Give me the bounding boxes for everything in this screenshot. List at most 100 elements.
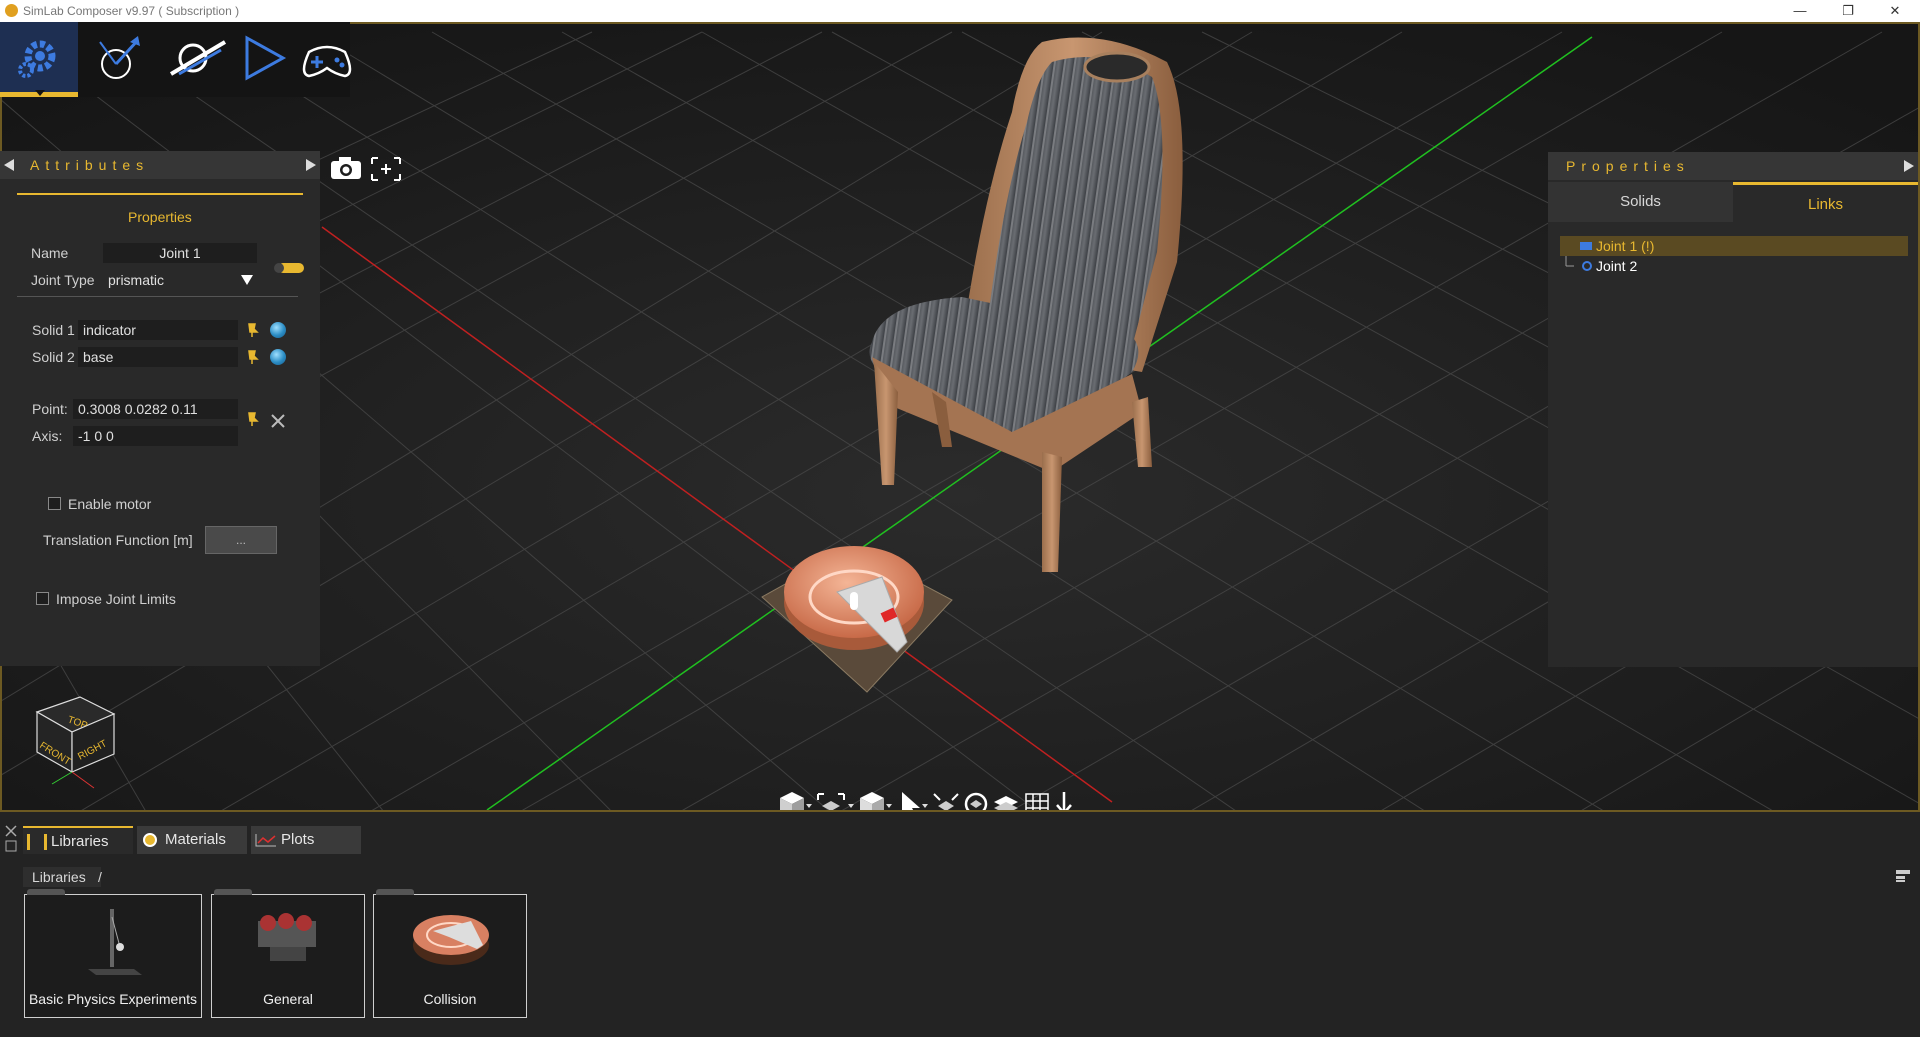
library-collision[interactable]: Collision xyxy=(373,889,527,1018)
properties-header: Properties xyxy=(1548,152,1918,180)
joint-enable-toggle[interactable] xyxy=(274,263,304,273)
joint-type-value: prismatic xyxy=(108,272,165,288)
library-panel: Libraries Materials Plots Libraries / Ba… xyxy=(0,812,1920,1037)
breadcrumb-libraries[interactable]: Libraries xyxy=(23,867,101,887)
dropdown-arrow-icon xyxy=(241,275,253,285)
pick-solid1-icon[interactable] xyxy=(246,322,260,338)
breadcrumb-separator: / xyxy=(98,869,102,885)
axis-label: Axis: xyxy=(32,428,63,444)
layers-icon[interactable] xyxy=(994,796,1018,812)
frame-selection-icon[interactable] xyxy=(371,157,401,181)
divider-line xyxy=(17,296,298,297)
solid2-label: Solid 2 xyxy=(32,349,75,365)
restore-button[interactable]: ❐ xyxy=(1828,1,1868,21)
section-divider xyxy=(17,193,303,195)
locate-solid1-icon[interactable] xyxy=(270,322,286,338)
library-caption: Basic Physics Experiments xyxy=(28,991,198,1007)
panel-pin-icon[interactable] xyxy=(4,824,18,854)
pick-solid2-icon[interactable] xyxy=(246,349,260,365)
attributes-header: Attributes xyxy=(0,151,320,179)
axis-field[interactable]: -1 0 0 xyxy=(73,426,238,446)
point-field[interactable]: 0.3008 0.0282 0.11 xyxy=(73,399,238,419)
solid1-label: Solid 1 xyxy=(32,322,75,338)
tab-plots[interactable]: Plots xyxy=(251,826,361,854)
view-toolbar xyxy=(772,786,1152,812)
app-logo-icon xyxy=(5,4,18,17)
joint-type-label: Joint Type xyxy=(31,272,95,288)
box-view-icon[interactable] xyxy=(860,792,884,812)
tree-item-joint2[interactable]: Joint 2 xyxy=(1560,256,1908,276)
point-label: Point: xyxy=(32,401,68,417)
library-caption: Collision xyxy=(423,991,477,1007)
tree-item-label: Joint 1 (!) xyxy=(1596,238,1655,254)
locate-solid2-icon[interactable] xyxy=(270,349,286,365)
prismatic-joint-icon xyxy=(1580,242,1592,250)
enable-motor-label: Enable motor xyxy=(68,496,152,512)
tab-links[interactable]: Links xyxy=(1733,182,1918,222)
grid-toggle-icon[interactable] xyxy=(1025,793,1049,812)
play-icon xyxy=(245,35,287,81)
attributes-panel: Attributes Properties Name Joint 1 Joint… xyxy=(0,151,320,666)
main-toolbar xyxy=(0,22,352,97)
camera-controls xyxy=(331,157,401,181)
tab-materials[interactable]: Materials xyxy=(137,826,247,854)
attributes-title: Attributes xyxy=(30,157,150,173)
library-caption: General xyxy=(263,991,313,1007)
reset-axis-icon[interactable] xyxy=(270,413,286,429)
app-window: SimLab Composer v9.97 ( Subscription ) —… xyxy=(0,0,1920,1037)
physics-experiment-icon xyxy=(88,909,142,975)
fit-view-icon[interactable] xyxy=(933,793,959,812)
joint-type-select[interactable]: prismatic xyxy=(103,270,257,290)
shading-mode-icon[interactable] xyxy=(780,792,804,812)
settings-icon xyxy=(18,40,56,78)
tab-label: Libraries xyxy=(51,833,109,850)
solid1-field[interactable]: indicator xyxy=(78,320,238,340)
joint-icon xyxy=(99,36,140,79)
library-basic-physics[interactable]: Basic Physics Experiments xyxy=(24,889,202,1018)
engine-icon xyxy=(258,913,316,961)
zoom-icon[interactable] xyxy=(964,792,988,812)
frame-all-icon[interactable] xyxy=(817,793,845,812)
enable-motor-checkbox[interactable] xyxy=(48,497,61,510)
materials-icon xyxy=(143,833,157,847)
impose-limits-checkbox[interactable] xyxy=(36,592,49,605)
pick-point-icon[interactable] xyxy=(246,411,260,427)
link-tool[interactable] xyxy=(155,22,233,97)
minimize-button[interactable]: — xyxy=(1780,1,1820,21)
tab-libraries[interactable]: Libraries xyxy=(23,826,133,854)
properties-title: Properties xyxy=(1566,158,1690,174)
collision-icon xyxy=(413,915,489,965)
window-title: SimLab Composer v9.97 ( Subscription ) xyxy=(23,4,240,18)
tree-item-label: Joint 2 xyxy=(1596,258,1638,274)
vr-tool[interactable] xyxy=(285,22,363,97)
tree-item-joint1[interactable]: Joint 1 (!) xyxy=(1560,236,1908,256)
plot-icon xyxy=(255,834,276,847)
settings-tool[interactable] xyxy=(0,22,78,97)
properties-section-title: Properties xyxy=(128,209,192,225)
collapse-right-icon[interactable] xyxy=(1904,160,1914,172)
expand-right-icon[interactable] xyxy=(306,159,316,171)
name-label: Name xyxy=(31,245,69,261)
properties-panel: Properties Solids Links Joint 1 (!) Join… xyxy=(1548,152,1918,667)
books-icon xyxy=(27,834,47,850)
title-bar: SimLab Composer v9.97 ( Subscription ) —… xyxy=(0,0,1920,22)
name-field[interactable]: Joint 1 xyxy=(103,243,257,263)
close-button[interactable]: ✕ xyxy=(1875,1,1915,21)
drop-to-floor-icon[interactable] xyxy=(1056,792,1072,812)
tab-solids[interactable]: Solids xyxy=(1548,182,1733,222)
select-arrow-icon[interactable] xyxy=(902,792,920,812)
solid2-field[interactable]: base xyxy=(78,347,238,367)
library-general[interactable]: General xyxy=(211,889,365,1018)
collapse-left-icon[interactable] xyxy=(4,159,14,171)
view-options-icon[interactable] xyxy=(1895,869,1911,883)
tab-label: Plots xyxy=(281,831,315,848)
joint-tool[interactable] xyxy=(80,22,158,97)
link-icon xyxy=(169,40,227,76)
impose-limits-label: Impose Joint Limits xyxy=(56,591,176,607)
gamepad-icon xyxy=(302,45,352,78)
tab-label: Materials xyxy=(165,831,226,848)
translation-function-button[interactable]: ... xyxy=(205,526,277,554)
translation-function-label: Translation Function [m] xyxy=(43,532,193,548)
snapshot-camera-icon[interactable] xyxy=(331,157,361,179)
revolute-joint-icon xyxy=(1582,261,1592,271)
